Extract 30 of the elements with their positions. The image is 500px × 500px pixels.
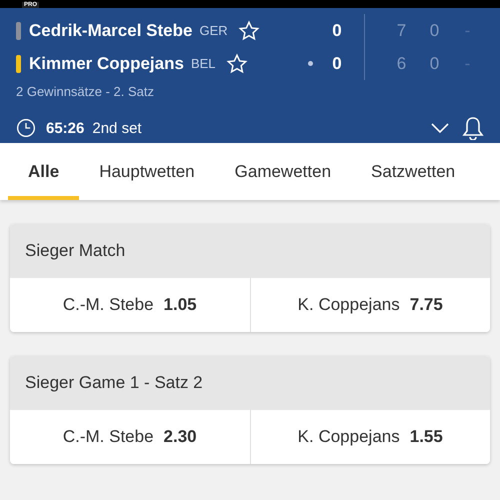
market-title: Sieger Match (10, 224, 490, 278)
set-score: 7 (396, 20, 408, 40)
clock-icon (16, 118, 36, 138)
points-score: 0 (331, 54, 343, 74)
tab[interactable]: Alle (8, 143, 80, 200)
star-icon[interactable] (238, 20, 260, 42)
odds-button[interactable]: K. Coppejans 7.75 (250, 278, 490, 332)
set-score: - (464, 20, 472, 40)
tab[interactable]: Hauptwetten (79, 143, 215, 200)
set-score: 0 (428, 20, 440, 40)
tab[interactable]: Satzwetten (351, 143, 476, 200)
match-time: 65:26 (46, 120, 84, 136)
star-icon[interactable] (226, 52, 248, 74)
match-info: 2 Gewinnsätze - 2. Satz (16, 84, 156, 101)
bell-icon[interactable] (462, 116, 484, 140)
set-score: 0 (428, 54, 440, 74)
player-country: BEL (190, 56, 216, 71)
set-score: 6 (396, 54, 408, 74)
points-score: 0 (331, 20, 343, 40)
chevron-down-icon[interactable] (430, 122, 450, 134)
odds-button[interactable]: K. Coppejans 1.55 (250, 410, 490, 464)
tab[interactable]: Gamewetten (214, 143, 352, 200)
odds-button[interactable]: C.-M. Stebe 1.05 (10, 278, 250, 332)
player-name: Kimmer Coppejans (29, 54, 184, 74)
player-country: GER (199, 23, 228, 38)
market-title: Sieger Game 1 - Satz 2 (10, 356, 490, 410)
match-period: 2nd set (92, 120, 142, 136)
set-score: - (464, 54, 472, 74)
odds-button[interactable]: C.-M. Stebe 2.30 (10, 410, 250, 464)
player-name: Cedrik-Marcel Stebe (29, 20, 192, 40)
